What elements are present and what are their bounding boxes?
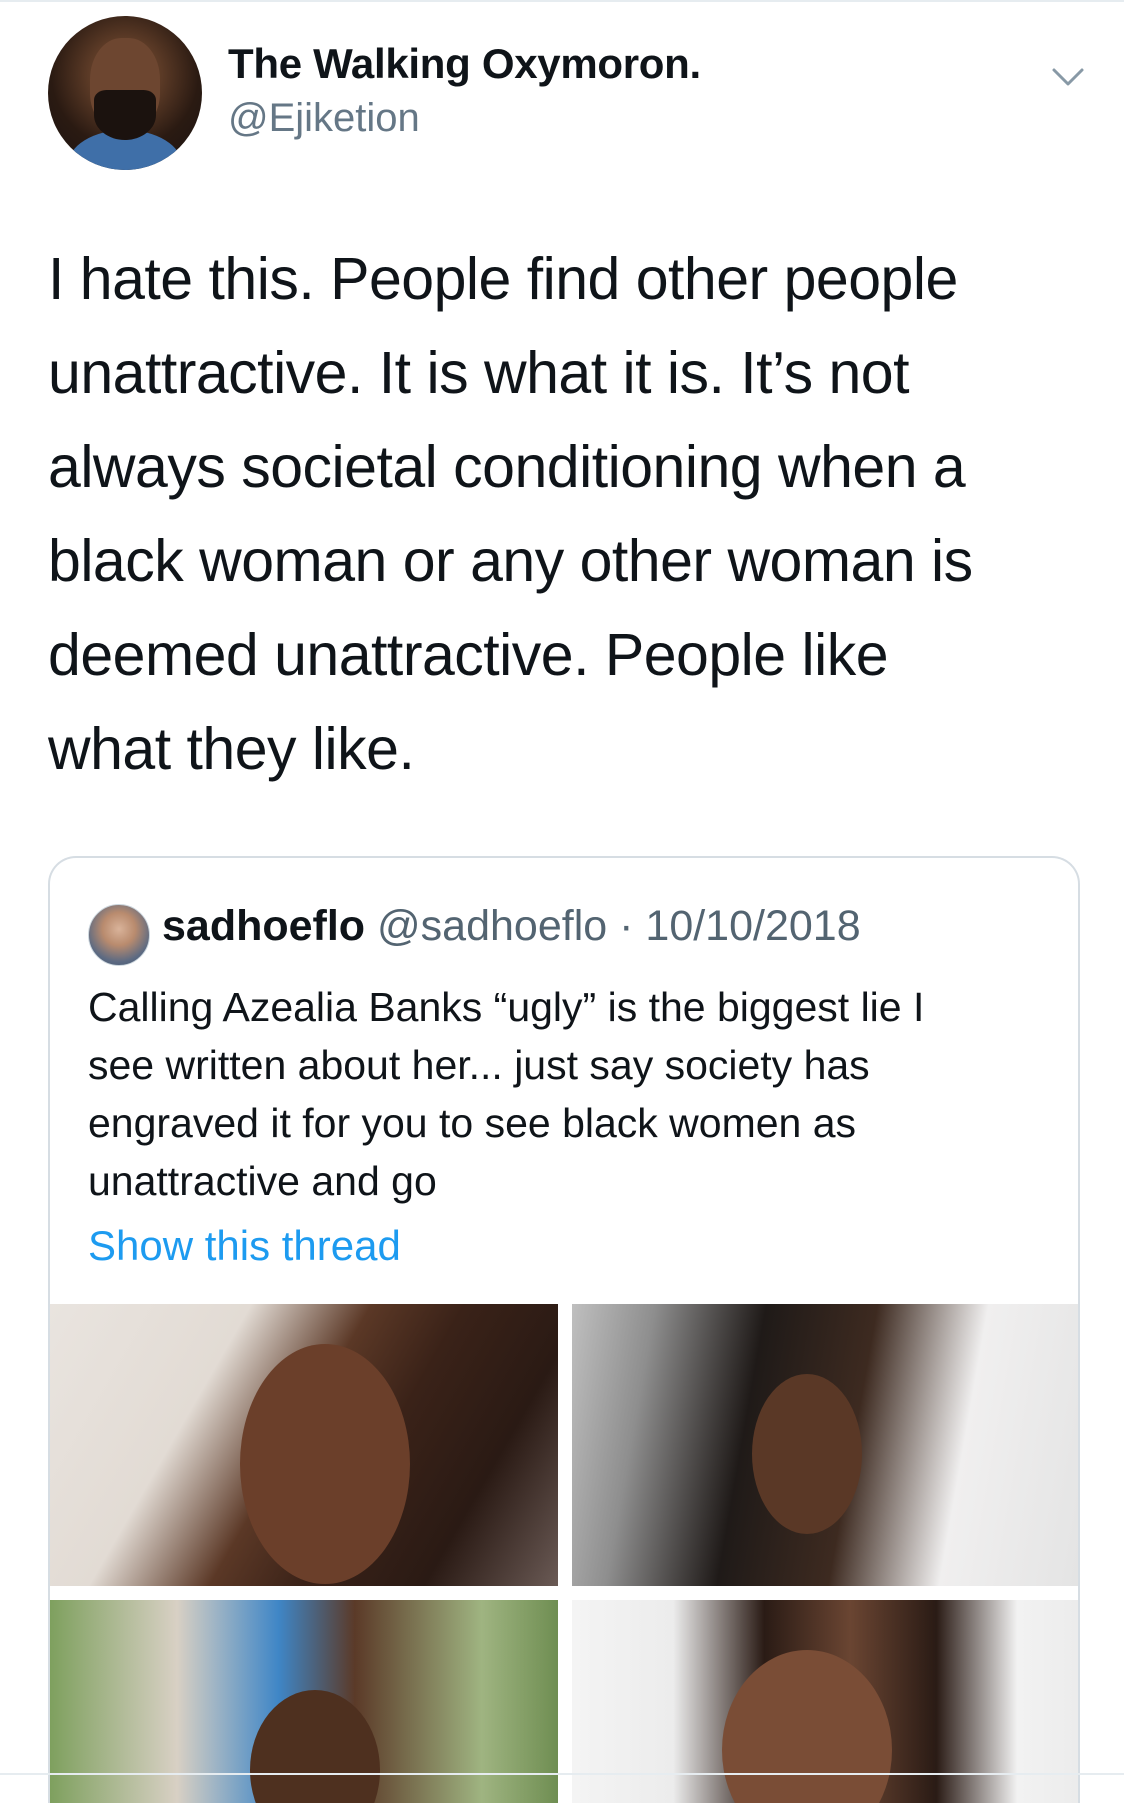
tweet-text-line: always societal conditioning when a [48, 434, 966, 500]
quoted-tweet-card[interactable]: sadhoeflo @sadhoeflo · 10/10/2018 Callin… [48, 856, 1080, 1803]
quoted-author-handle-text: @sadhoeflo [377, 902, 608, 950]
quoted-text-line: see written about her... just say societ… [88, 1042, 870, 1088]
quoted-text-line: unattractive and go [88, 1158, 437, 1204]
tweet-text-line: black woman or any other woman is [48, 528, 973, 594]
tweet-text-line: I hate this. People find other people [48, 246, 958, 312]
quoted-text-line: engraved it for you to see black women a… [88, 1100, 857, 1146]
photo-face [240, 1344, 410, 1584]
quoted-author-avatar[interactable] [88, 904, 150, 966]
quoted-author-handle[interactable]: @sadhoeflo [377, 902, 607, 950]
top-divider [0, 0, 1124, 2]
tweet-text-line: deemed unattractive. People like [48, 622, 889, 688]
author-avatar[interactable] [48, 16, 202, 170]
avatar-beard [94, 90, 156, 140]
quoted-tweet-date[interactable]: 10/10/2018 [645, 902, 860, 950]
quoted-author-name[interactable]: sadhoeflo [162, 902, 365, 950]
tweet-text-line: what they like. [48, 716, 415, 782]
tweet-header: The Walking Oxymoron. @Ejiketion [48, 16, 1088, 170]
photo-face [250, 1690, 380, 1803]
photo-face [722, 1650, 892, 1803]
quoted-tweet-body: Calling Azealia Banks “ugly” is the bigg… [88, 978, 1048, 1210]
chevron-down-icon[interactable] [1048, 56, 1088, 96]
bottom-divider [0, 1773, 1124, 1775]
tweet-text-line: unattractive. It is what it is. It’s not [48, 340, 910, 406]
show-thread-link[interactable]: Show this thread [88, 1222, 401, 1270]
author-handle[interactable]: @Ejiketion [228, 96, 420, 141]
author-name[interactable]: The Walking Oxymoron. [228, 40, 701, 88]
quoted-tweet-header: sadhoeflo @sadhoeflo · 10/10/2018 [162, 902, 861, 951]
media-grid [50, 1304, 1078, 1803]
media-photo-1[interactable] [50, 1304, 558, 1586]
tweet-body: I hate this. People find other people un… [48, 232, 1088, 796]
meta-separator: · [619, 902, 634, 950]
media-photo-2[interactable] [572, 1304, 1078, 1586]
quoted-text-line: Calling Azealia Banks “ugly” is the bigg… [88, 984, 925, 1030]
photo-face [752, 1374, 862, 1534]
